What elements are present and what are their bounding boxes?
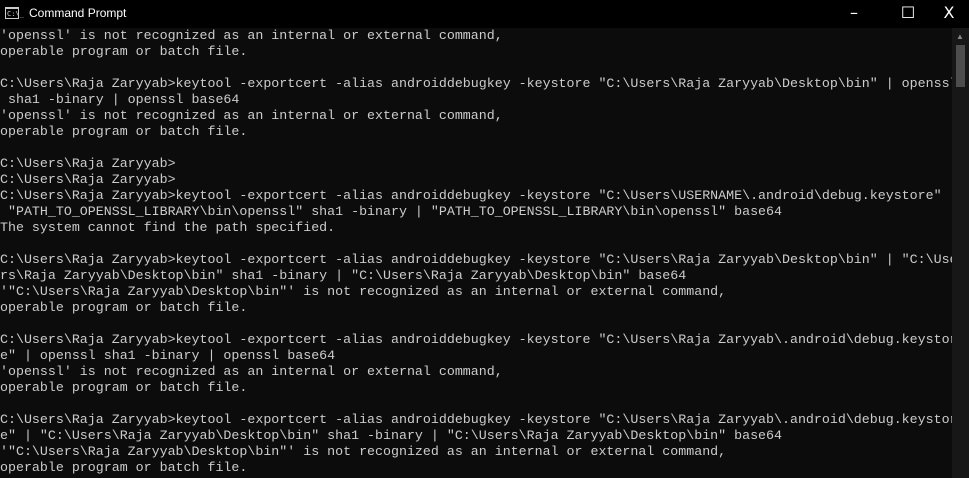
maximize-button[interactable]: ☐ [885,0,931,28]
console-line: e" | openssl sha1 -binary | openssl base… [0,348,336,363]
console-line: C:\Users\Raja Zaryyab>keytool -exportcer… [0,412,952,427]
console-line: C:\Users\Raja Zaryyab>keytool -exportcer… [0,76,952,91]
console-line: C:\Users\Raja Zaryyab>keytool -exportcer… [0,252,952,267]
scrollbar-thumb[interactable] [956,45,965,87]
console-line: C:\Users\Raja Zaryyab>keytool -exportcer… [0,332,952,347]
console-line: operable program or batch file. [0,380,248,395]
console-line: 'openssl' is not recognized as an intern… [0,108,503,123]
console-line: '"C:\Users\Raja Zaryyab\Desktop\bin"' is… [0,284,727,299]
console-line: sha1 -binary | openssl base64 [0,92,240,107]
console-output[interactable]: 'openssl' is not recognized as an intern… [0,28,952,478]
console-line: e" | "C:\Users\Raja Zaryyab\Desktop\bin"… [0,428,782,443]
command-prompt-icon: C:\_ [5,7,24,19]
console-line: C:\Users\Raja Zaryyab>keytool -exportcer… [0,188,952,203]
minimize-button[interactable]: – [831,0,877,28]
console-line: '"C:\Users\Raja Zaryyab\Desktop\bin"' is… [0,444,727,459]
console-line: C:\Users\Raja Zaryyab> [0,172,176,187]
console-line: 'openssl' is not recognized as an intern… [0,28,503,43]
scroll-up-arrow-icon[interactable]: ▲ [956,32,964,41]
console-line: "PATH_TO_OPENSSL_LIBRARY\bin\openssl" sh… [0,204,782,219]
vertical-scrollbar[interactable]: ▲ [952,28,969,478]
console-line: The system cannot find the path specifie… [0,220,336,235]
console-line: operable program or batch file. [0,460,248,475]
console-line: 'openssl' is not recognized as an intern… [0,364,503,379]
console-line: operable program or batch file. [0,124,248,139]
title-bar[interactable]: C:\_ Command Prompt – ☐ X [0,0,969,28]
window-title: Command Prompt [29,6,127,20]
console-line: operable program or batch file. [0,300,248,315]
console-line: C:\Users\Raja Zaryyab> [0,156,176,171]
console-line: rs\Raja Zaryyab\Desktop\bin" sha1 -binar… [0,268,687,283]
console-line: operable program or batch file. [0,44,248,59]
close-button[interactable]: X [929,0,969,28]
